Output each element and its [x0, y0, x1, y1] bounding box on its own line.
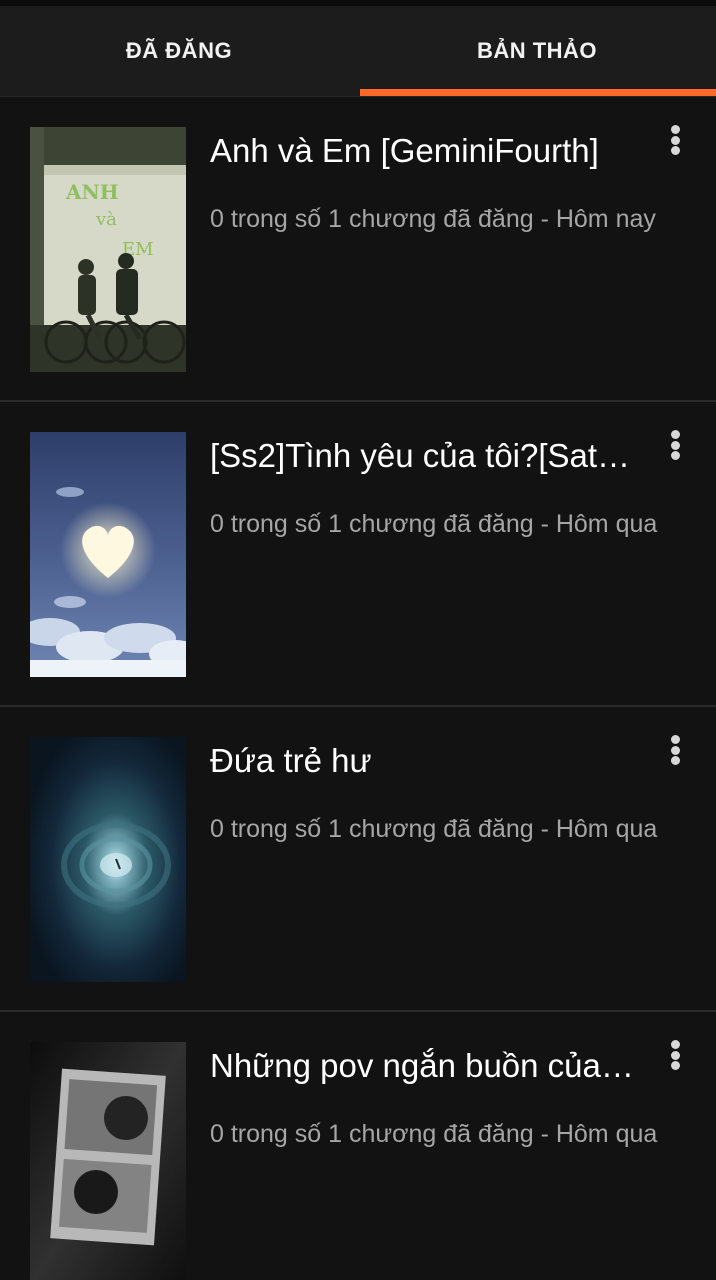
dot — [670, 745, 680, 755]
tab-published-label: ĐÃ ĐĂNG — [125, 38, 233, 63]
cover-bw-photo-image — [30, 1042, 186, 1280]
tab-drafts[interactable]: BẢN THẢO — [358, 6, 716, 96]
dot — [670, 440, 680, 450]
story-item[interactable]: ANH và EM Anh và Em [GeminiFourth] 0 tro… — [0, 97, 716, 402]
dot — [670, 1040, 680, 1049]
dot — [670, 125, 680, 134]
story-title[interactable]: [Ss2]Tình yêu của tôi?[Sat… — [210, 436, 642, 476]
story-cover[interactable]: ANH và EM — [30, 127, 186, 372]
story-cover[interactable] — [30, 737, 186, 982]
cover-cloud-vortex-image — [30, 737, 186, 982]
story-meta: 0 trong số 1 chương đã đăng - Hôm qua — [210, 815, 658, 843]
story-info: [Ss2]Tình yêu của tôi?[Sat… 0 trong số 1… — [210, 436, 676, 539]
story-item[interactable]: [Ss2]Tình yêu của tôi?[Sat… 0 trong số 1… — [0, 402, 716, 707]
tab-bar: ĐÃ ĐĂNG BẢN THẢO — [0, 6, 716, 97]
dot — [670, 135, 680, 145]
cover-title-va: và — [95, 209, 117, 230]
more-options-icon[interactable] — [668, 426, 682, 464]
story-meta: 0 trong số 1 chương đã đăng - Hôm nay — [210, 205, 656, 233]
dot — [670, 430, 680, 439]
dot — [670, 756, 680, 765]
dot — [670, 1050, 680, 1060]
story-item[interactable]: Đứa trẻ hư 0 trong số 1 chương đã đăng -… — [0, 707, 716, 1012]
cover-heart-moon-image — [30, 432, 186, 677]
story-info: Đứa trẻ hư 0 trong số 1 chương đã đăng -… — [210, 741, 676, 844]
tab-published[interactable]: ĐÃ ĐĂNG — [0, 6, 358, 96]
story-title[interactable]: Những pov ngắn buồn của … — [210, 1046, 642, 1086]
story-meta: 0 trong số 1 chương đã đăng - Hôm qua — [210, 510, 658, 538]
dot — [670, 451, 680, 460]
cover-title-anh: ANH — [65, 180, 119, 204]
story-cover[interactable] — [30, 432, 186, 677]
cover-cyclists-image: ANH và EM — [30, 127, 186, 372]
story-cover[interactable] — [30, 1042, 186, 1280]
story-meta: 0 trong số 1 chương đã đăng - Hôm qua — [210, 1120, 658, 1148]
story-item[interactable]: Những pov ngắn buồn của … 0 trong số 1 c… — [0, 1012, 716, 1280]
story-info: Những pov ngắn buồn của … 0 trong số 1 c… — [210, 1046, 676, 1149]
story-info: Anh và Em [GeminiFourth] 0 trong số 1 ch… — [210, 131, 676, 234]
story-list: ANH và EM Anh và Em [GeminiFourth] 0 tro… — [0, 97, 716, 1280]
more-options-icon[interactable] — [668, 731, 682, 769]
dot — [670, 146, 680, 155]
more-options-icon[interactable] — [668, 1036, 682, 1074]
dot — [670, 735, 680, 744]
dot — [670, 1061, 680, 1070]
tab-drafts-label: BẢN THẢO — [476, 38, 598, 63]
story-title[interactable]: Đứa trẻ hư — [210, 741, 642, 781]
more-options-icon[interactable] — [668, 121, 682, 159]
story-title[interactable]: Anh và Em [GeminiFourth] — [210, 131, 642, 171]
